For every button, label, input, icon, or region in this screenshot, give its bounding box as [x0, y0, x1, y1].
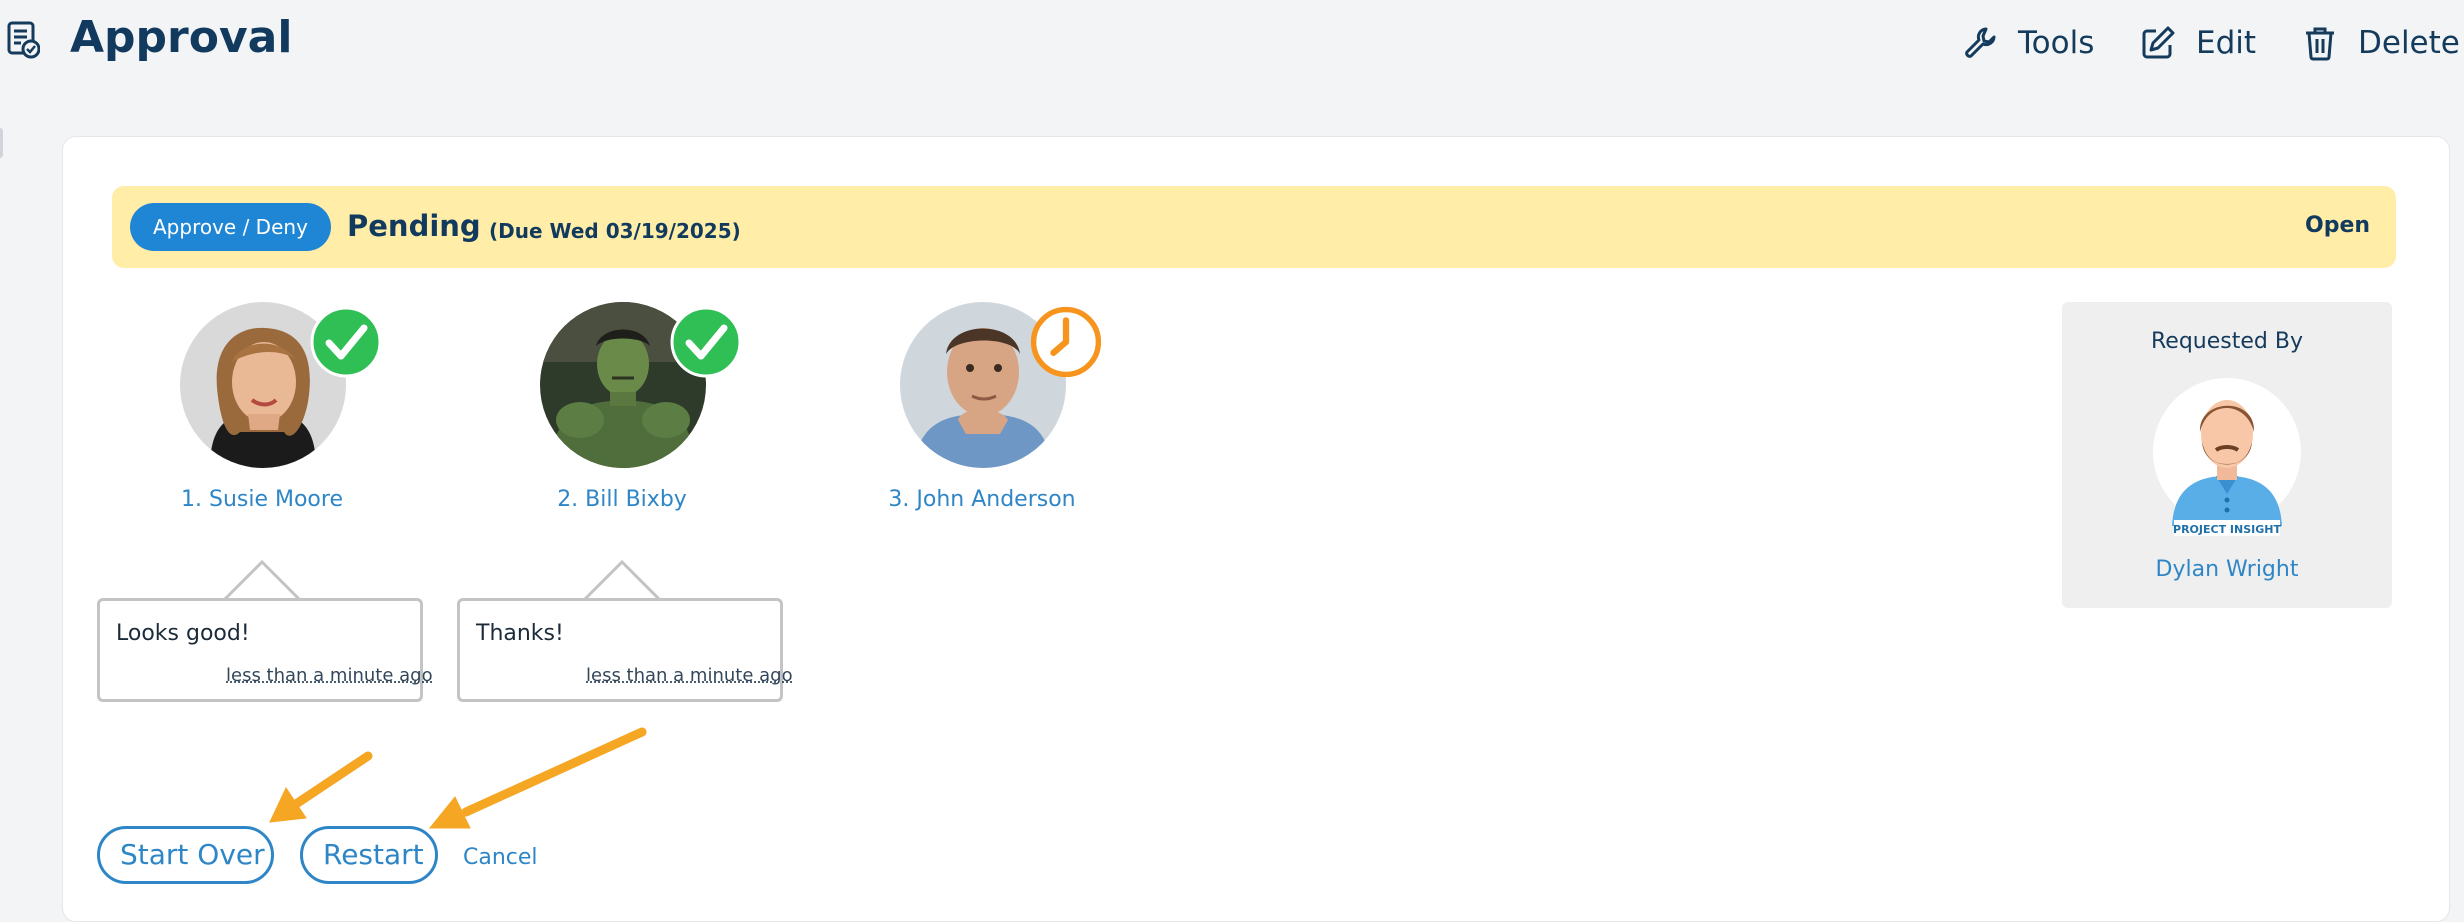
edit-label: Edit — [2196, 25, 2257, 61]
approver-name[interactable]: 2. Bill Bixby — [472, 484, 772, 516]
check-circle-icon — [670, 306, 742, 378]
status-label: Pending — [347, 209, 481, 243]
requester-name[interactable]: Dylan Wright — [2062, 554, 2392, 586]
side-panel-handle[interactable] — [0, 128, 3, 158]
due-date: (Due Wed 03/19/2025) — [489, 219, 741, 243]
bubble-pointer — [580, 560, 664, 602]
comment-text: Thanks! — [476, 621, 564, 646]
bubble-pointer — [220, 560, 304, 602]
state-label: Open — [2305, 213, 2371, 238]
tools-label: Tools — [2018, 25, 2095, 61]
tools-button[interactable]: Tools — [1962, 18, 2094, 68]
approve-deny-button[interactable]: Approve / Deny — [130, 203, 331, 251]
approver-name[interactable]: 1. Susie Moore — [112, 484, 412, 516]
delete-label: Delete — [2358, 25, 2460, 61]
requester-avatar[interactable]: PROJECT INSIGHT — [2144, 376, 2310, 536]
clock-icon — [1030, 306, 1102, 378]
comment-text: Looks good! — [116, 621, 250, 646]
page-title: Approval — [70, 12, 293, 63]
logo-text: PROJECT INSIGHT — [2173, 523, 2281, 536]
start-over-button[interactable]: Start Over — [97, 826, 274, 884]
approver-name[interactable]: 3. John Anderson — [832, 484, 1132, 516]
cancel-link[interactable]: Cancel — [463, 842, 538, 874]
check-circle-icon — [310, 306, 382, 378]
requested-by-label: Requested By — [2151, 329, 2303, 354]
edit-icon — [2142, 26, 2175, 59]
restart-button[interactable]: Restart — [300, 826, 438, 884]
approval-doc-icon — [6, 20, 41, 60]
edit-button[interactable]: Edit — [2140, 18, 2256, 68]
wrench-icon — [1965, 27, 1996, 58]
trash-icon — [2306, 27, 2334, 61]
comment-time: less than a minute ago — [586, 665, 793, 686]
comment-time: less than a minute ago — [226, 665, 433, 686]
delete-button[interactable]: Delete — [2302, 18, 2460, 68]
